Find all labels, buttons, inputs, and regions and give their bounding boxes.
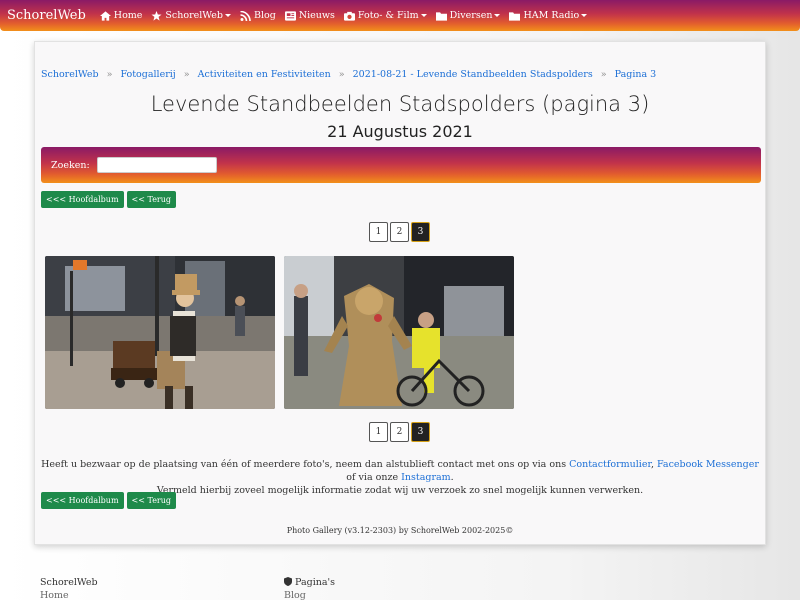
breadcrumb: SchorelWeb » Fotogallerij » Activiteiten… bbox=[41, 69, 656, 80]
page-link-1[interactable]: 1 bbox=[369, 222, 388, 242]
nav-schorelweb-label: SchorelWeb bbox=[165, 10, 223, 21]
nav-home[interactable]: Home bbox=[99, 10, 143, 21]
shield-icon bbox=[284, 577, 292, 586]
nav-nieuws-label: Nieuws bbox=[298, 10, 335, 21]
folder-icon bbox=[435, 11, 447, 21]
breadcrumb-item-fotogallerij[interactable]: Fotogallerij bbox=[120, 69, 175, 80]
breadcrumb-separator: » bbox=[183, 69, 190, 80]
instagram-link[interactable]: Instagram bbox=[401, 472, 451, 483]
notice-text: . bbox=[450, 472, 454, 483]
breadcrumb-item-schorelweb[interactable]: SchorelWeb bbox=[41, 69, 99, 80]
gallery-credit: Photo Gallery (v3.12-2303) by SchorelWeb… bbox=[286, 526, 514, 535]
footer-column-schorelweb: SchorelWeb Home bbox=[40, 577, 98, 600]
photo-2-image bbox=[284, 256, 514, 409]
nav-blog[interactable]: Blog bbox=[240, 10, 276, 21]
nav-blog-label: Blog bbox=[253, 10, 276, 21]
nav-ham-radio[interactable]: HAM Radio bbox=[509, 10, 588, 21]
gallery-photo[interactable] bbox=[284, 256, 514, 409]
footer-heading: SchorelWeb bbox=[40, 577, 98, 588]
page-link-3-current[interactable]: 3 bbox=[411, 222, 430, 242]
chevron-down-icon bbox=[494, 14, 501, 17]
footer-link-home[interactable]: Home bbox=[40, 590, 98, 600]
nav-nieuws[interactable]: Nieuws bbox=[284, 10, 335, 21]
facebook-messenger-link[interactable]: Facebook Messenger bbox=[657, 459, 759, 470]
main-album-button[interactable]: <<< Hoofdalbum bbox=[41, 191, 124, 208]
pagination-top: 1 2 3 bbox=[369, 222, 430, 242]
page-title: Levende Standbeelden Stadspolders (pagin… bbox=[150, 92, 650, 116]
newspaper-icon bbox=[284, 10, 296, 21]
nav-buttons-bottom: <<< Hoofdalbum << Terug bbox=[41, 492, 177, 509]
nav-diversen-label: Diversen bbox=[449, 10, 493, 21]
gallery-photo[interactable] bbox=[45, 256, 275, 409]
nav-schorelweb[interactable]: SchorelWeb bbox=[151, 10, 231, 21]
breadcrumb-separator: » bbox=[338, 69, 345, 80]
search-label: Zoeken: bbox=[51, 159, 90, 171]
privacy-notice-line-1: Heeft u bezwaar op de plaatsing van één … bbox=[35, 458, 765, 484]
back-button[interactable]: << Terug bbox=[126, 191, 177, 208]
back-button[interactable]: << Terug bbox=[126, 492, 177, 509]
pagination-bottom: 1 2 3 bbox=[369, 422, 430, 442]
nav-ham-radio-label: HAM Radio bbox=[523, 10, 580, 21]
camera-icon bbox=[343, 11, 355, 21]
footer-column-paginas: Pagina's Blog bbox=[284, 577, 335, 600]
top-navbar: SchorelWeb Home SchorelWeb Blog Nieuws F… bbox=[0, 0, 800, 31]
breadcrumb-separator: » bbox=[600, 69, 607, 80]
page-link-3-current[interactable]: 3 bbox=[411, 422, 430, 442]
rss-icon bbox=[240, 10, 251, 21]
nav-buttons-top: <<< Hoofdalbum << Terug bbox=[41, 191, 177, 208]
star-icon bbox=[151, 10, 162, 21]
main-album-button[interactable]: <<< Hoofdalbum bbox=[41, 492, 124, 509]
breadcrumb-item-album[interactable]: 2021-08-21 - Levende Standbeelden Stadsp… bbox=[353, 69, 593, 80]
page-subtitle: 21 Augustus 2021 bbox=[327, 122, 473, 141]
search-input[interactable] bbox=[96, 157, 217, 173]
gallery-card: SchorelWeb » Fotogallerij » Activiteiten… bbox=[34, 41, 766, 545]
chevron-down-icon bbox=[224, 14, 231, 17]
nav-foto-film-label: Foto- & Film bbox=[357, 10, 419, 21]
breadcrumb-item-activiteiten[interactable]: Activiteiten en Festiviteiten bbox=[198, 69, 331, 80]
brand-link[interactable]: SchorelWeb bbox=[7, 8, 86, 23]
nav-diversen[interactable]: Diversen bbox=[435, 10, 501, 21]
search-bar: Zoeken: bbox=[41, 147, 761, 183]
footer-link-blog[interactable]: Blog bbox=[284, 590, 335, 600]
breadcrumb-item-page[interactable]: Pagina 3 bbox=[615, 69, 657, 80]
notice-text: Heeft u bezwaar op de plaatsing van één … bbox=[41, 459, 570, 470]
footer-heading: Pagina's bbox=[284, 577, 335, 588]
page-link-1[interactable]: 1 bbox=[369, 422, 388, 442]
nav-foto-film[interactable]: Foto- & Film bbox=[343, 10, 427, 21]
notice-text: of via onze bbox=[346, 472, 402, 483]
chevron-down-icon bbox=[420, 14, 427, 17]
footer-heading-label: Pagina's bbox=[295, 577, 336, 588]
breadcrumb-separator: » bbox=[106, 69, 113, 80]
folder-icon bbox=[509, 11, 521, 21]
contact-form-link[interactable]: Contactformulier bbox=[569, 459, 651, 470]
photo-1-image bbox=[45, 256, 275, 409]
page-link-2[interactable]: 2 bbox=[390, 222, 409, 242]
home-icon bbox=[99, 10, 111, 21]
nav-home-label: Home bbox=[113, 10, 143, 21]
page-link-2[interactable]: 2 bbox=[390, 422, 409, 442]
chevron-down-icon bbox=[581, 14, 588, 17]
